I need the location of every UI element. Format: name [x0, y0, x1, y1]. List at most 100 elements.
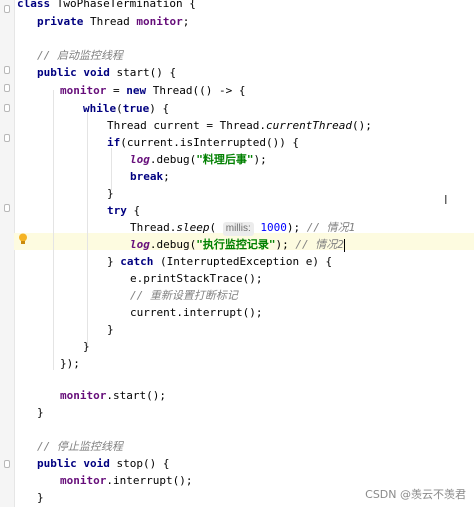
fold-marker-icon[interactable] — [4, 460, 10, 468]
code-text: Thread(() -> { — [146, 84, 246, 97]
indent-guide — [53, 90, 54, 370]
class-decl: TwoPhaseTermination { — [50, 0, 196, 10]
keyword: if — [107, 136, 121, 149]
code-line[interactable]: break; — [130, 168, 170, 185]
parameter-hint: millis: — [222, 222, 254, 236]
string-literal: "执行监控记录" — [196, 238, 276, 251]
code-text: ; — [182, 15, 190, 28]
code-text: = — [106, 84, 127, 97]
field-name: log — [130, 153, 150, 166]
code-text: (); — [352, 119, 372, 132]
keyword: true — [122, 102, 150, 115]
code-text: ( — [209, 221, 223, 234]
code-text: } — [83, 340, 90, 353]
code-line[interactable]: class TwoPhaseTermination { — [17, 0, 196, 12]
method-call: sleep — [176, 221, 210, 234]
fold-marker-icon[interactable] — [4, 5, 10, 13]
code-text: (InterruptedException e) { — [153, 255, 333, 268]
code-line[interactable]: public void start() { — [37, 64, 176, 81]
field-name: monitor — [60, 474, 107, 487]
keyword: public void — [37, 457, 110, 470]
code-text: } — [107, 323, 114, 336]
code-text: } — [37, 491, 44, 504]
fold-marker-icon[interactable] — [4, 84, 10, 92]
keyword: private — [37, 15, 84, 28]
field-name: monitor — [60, 389, 107, 402]
code-line[interactable]: private Thread monitor; — [37, 13, 189, 30]
class-keyword: class — [17, 0, 51, 10]
field-name: log — [130, 238, 150, 251]
code-line[interactable]: Thread.sleep( millis: 1000); // 情况1 — [130, 219, 355, 236]
number-literal: 1000 — [253, 221, 287, 234]
code-line[interactable]: // 停止监控线程 — [37, 438, 123, 455]
code-line[interactable]: monitor.start(); — [60, 387, 166, 404]
text-caret — [343, 238, 345, 252]
comment: // 情况2 — [295, 238, 344, 251]
comment: // 停止监控线程 — [37, 440, 123, 453]
field-name: monitor — [60, 84, 107, 97]
code-line[interactable]: } — [37, 489, 44, 506]
indent-guide — [111, 148, 112, 190]
code-line[interactable]: if(current.isInterrupted()) { — [107, 134, 299, 151]
text-cursor-icon: I — [444, 193, 448, 207]
code-line[interactable]: monitor = new Thread(() -> { — [60, 82, 245, 99]
code-line[interactable]: current.interrupt(); — [130, 304, 262, 321]
code-line[interactable]: } — [107, 185, 114, 202]
code-text: .start(); — [106, 389, 166, 402]
code-line[interactable]: } — [37, 404, 44, 421]
code-text: { — [126, 204, 141, 217]
code-line[interactable]: monitor.interrupt(); — [60, 472, 192, 489]
code-text: } — [107, 255, 121, 268]
code-line[interactable]: } catch (InterruptedException e) { — [107, 253, 332, 270]
field-name: monitor — [136, 15, 183, 28]
keyword: break — [130, 170, 164, 183]
keyword: catch — [120, 255, 154, 268]
code-editor[interactable]: class TwoPhaseTermination { private Thre… — [0, 0, 474, 507]
code-text: Thread. — [130, 221, 177, 234]
keyword: while — [83, 102, 117, 115]
method-signature: stop() { — [109, 457, 170, 470]
code-text: ; — [163, 170, 170, 183]
fold-marker-icon[interactable] — [4, 134, 10, 142]
keyword: try — [107, 204, 127, 217]
fold-marker-icon[interactable] — [4, 104, 10, 112]
string-literal: "料理后事" — [196, 153, 254, 166]
code-line[interactable]: // 启动监控线程 — [37, 47, 123, 64]
code-text: ); — [275, 238, 296, 251]
fold-marker-icon[interactable] — [4, 204, 10, 212]
lightbulb-icon[interactable] — [18, 233, 28, 245]
method-call: currentThread — [265, 119, 353, 132]
code-text: Thread — [83, 15, 137, 28]
watermark: CSDN @羡云不羡君 — [365, 488, 466, 501]
fold-marker-icon[interactable] — [4, 66, 10, 74]
comment: // 重新设置打断标记 — [130, 289, 238, 302]
code-line[interactable]: Thread current = Thread.currentThread(); — [107, 117, 372, 134]
code-line[interactable]: } — [83, 338, 90, 355]
code-line[interactable]: while(true) { — [83, 100, 169, 117]
code-line[interactable]: }); — [60, 355, 80, 372]
comment: // 启动监控线程 — [37, 49, 123, 62]
code-line[interactable]: try { — [107, 202, 140, 219]
code-text: Thread current = Thread. — [107, 119, 266, 132]
code-text: (current.isInterrupted()) { — [120, 136, 300, 149]
code-line[interactable]: public void stop() { — [37, 455, 169, 472]
code-text: .interrupt(); — [106, 474, 193, 487]
code-text: } — [37, 406, 44, 419]
method-signature: start() { — [109, 66, 177, 79]
keyword: public void — [37, 66, 110, 79]
code-line[interactable]: log.debug("执行监控记录"); // 情况2 — [130, 236, 345, 253]
code-text: ) { — [149, 102, 170, 115]
code-text: ); — [286, 221, 307, 234]
code-line[interactable]: log.debug("料理后事"); — [130, 151, 267, 168]
code-text: }); — [60, 357, 80, 370]
code-line[interactable]: } — [107, 321, 114, 338]
comment: // 情况1 — [306, 221, 356, 234]
code-line[interactable]: e.printStackTrace(); — [130, 270, 262, 287]
code-text: .debug( — [149, 238, 197, 251]
code-line[interactable]: // 重新设置打断标记 — [130, 287, 238, 304]
editor-gutter[interactable] — [0, 0, 15, 507]
code-text: e.printStackTrace(); — [130, 272, 263, 285]
code-text: ( — [116, 102, 123, 115]
keyword: new — [126, 84, 147, 97]
code-text: .debug( — [149, 153, 197, 166]
